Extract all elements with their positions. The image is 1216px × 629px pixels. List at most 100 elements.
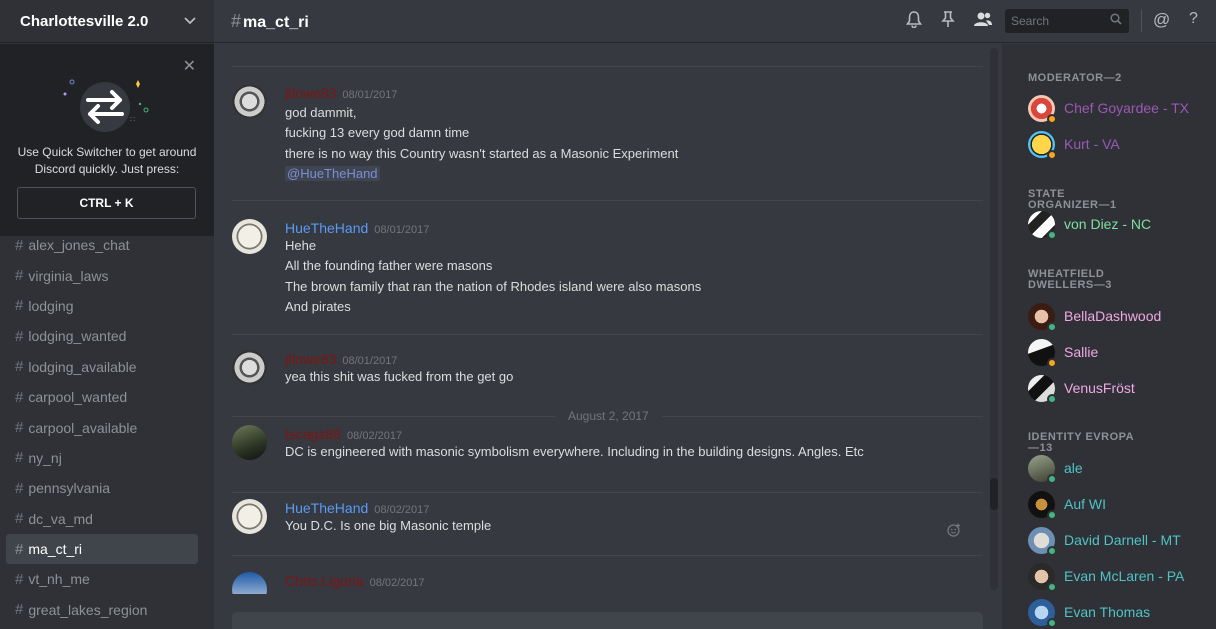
member-item[interactable]: David Darnell - MT — [1028, 527, 1208, 557]
avatar[interactable] — [232, 572, 267, 594]
message-author[interactable]: tscags88 — [285, 426, 341, 442]
message-timestamp: 08/02/2017 — [374, 504, 430, 516]
member-item[interactable]: Sallie — [1028, 339, 1208, 369]
guild-name: Charlottesville 2.0 — [20, 12, 149, 30]
hash-icon: # — [15, 267, 24, 285]
avatar[interactable] — [232, 219, 267, 254]
member-name: Chef Goyardee - TX — [1064, 100, 1190, 116]
switch-arrows-icon: ∷ — [60, 72, 154, 142]
hash-icon: # — [15, 449, 24, 467]
channel-item[interactable]: # carpool_wanted — [6, 382, 198, 412]
message-author[interactable]: Chris Liguria — [285, 573, 364, 589]
message-author[interactable]: jtlowe83 — [285, 85, 336, 101]
channel-item[interactable]: # carpool_available — [6, 412, 198, 442]
message-input[interactable] — [232, 612, 983, 629]
message-header: tscags88 08/02/2017 — [285, 426, 402, 442]
channel-item[interactable]: # lodging_wanted — [6, 321, 198, 351]
add-reaction-icon[interactable] — [947, 523, 961, 542]
member-item[interactable]: von Diez - NC — [1028, 211, 1208, 241]
hash-icon: # — [15, 570, 24, 588]
avatar[interactable] — [232, 350, 267, 385]
status-indicator — [1047, 114, 1057, 124]
message-line: You D.C. Is one big Masonic temple — [285, 518, 492, 533]
close-icon[interactable]: ✕ — [183, 56, 196, 76]
channel-item[interactable]: # lodging — [6, 291, 198, 321]
mention-line: @HueTheHand — [285, 165, 380, 181]
hash-icon: # — [15, 540, 24, 558]
channel-item[interactable]: # virginia_laws — [6, 260, 198, 290]
message-list: August 2, 2017 jtlowe83 08/01/2017 god dam… — [214, 44, 1000, 594]
avatar[interactable] — [232, 84, 267, 119]
user-mention[interactable]: @HueTheHand — [285, 165, 380, 181]
channel-name: virginia_laws — [28, 267, 109, 284]
avatar[interactable] — [232, 425, 267, 460]
member-name: VenusFröst — [1064, 380, 1135, 396]
hash-icon: # — [15, 358, 24, 376]
member-name: Evan McLaren - PA — [1064, 568, 1185, 584]
channel-name: lodging_wanted — [28, 328, 127, 345]
member-item[interactable]: Evan McLaren - PA — [1028, 563, 1208, 593]
message-author[interactable]: jtlowe83 — [285, 351, 336, 367]
search-icon[interactable] — [1110, 13, 1122, 28]
message-header: Chris Liguria 08/02/2017 — [285, 573, 425, 589]
message-line: Hehe — [285, 238, 317, 253]
member-item[interactable]: Chef Goyardee - TX — [1028, 95, 1208, 125]
hash-icon: # — [15, 479, 24, 497]
channel-item[interactable]: # ny_nj — [6, 443, 198, 473]
clipped-message-line — [285, 44, 289, 47]
members-icon[interactable] — [973, 11, 993, 32]
member-name: David Darnell - MT — [1064, 532, 1181, 548]
channel-item[interactable]: # alex_jones_chat — [6, 230, 198, 260]
member-item[interactable]: Auf WI — [1028, 491, 1208, 521]
channel-name: vt_nh_me — [28, 571, 90, 588]
member-group-header: WHEATFIELD DWELLERS—3 — [1028, 268, 1112, 291]
member-name: Auf WI — [1064, 496, 1107, 512]
message-timestamp: 08/01/2017 — [342, 355, 398, 367]
pin-icon[interactable] — [941, 11, 955, 33]
avatar[interactable] — [232, 499, 267, 534]
member-name: Evan Thomas — [1064, 604, 1151, 620]
channel-item[interactable]: # dc_va_md — [6, 504, 198, 534]
hash-icon: # — [15, 388, 24, 406]
scrollbar-thumb[interactable] — [990, 478, 998, 510]
message-author[interactable]: HueTheHand — [285, 500, 368, 516]
message-timestamp: 08/01/2017 — [374, 224, 430, 236]
member-item[interactable]: VenusFröst — [1028, 375, 1208, 405]
status-indicator — [1047, 582, 1057, 592]
scrollbar[interactable] — [990, 48, 998, 590]
member-item[interactable]: BellaDashwood — [1028, 303, 1208, 333]
channel-name: lodging — [28, 297, 74, 314]
channel-item[interactable]: # great_lakes_region — [6, 595, 198, 625]
hash-icon: # — [15, 419, 24, 437]
channel-name: pennsylvania — [28, 480, 111, 497]
member-item[interactable]: ale — [1028, 455, 1208, 485]
shortcut-button[interactable]: CTRL + K — [17, 187, 196, 219]
member-name: Sallie — [1064, 344, 1099, 360]
message-author[interactable]: HueTheHand — [285, 220, 368, 236]
channel-sidebar: Charlottesville 2.0 ✕ ∷ Use Quick Switch… — [0, 0, 214, 629]
help-icon[interactable]: ? — [1189, 10, 1198, 28]
mention-icon[interactable]: @ — [1153, 10, 1170, 30]
guild-header[interactable]: Charlottesville 2.0 — [0, 0, 214, 43]
message-line: All the founding father were masons — [285, 258, 493, 274]
message-line: there is no way this Country wasn't star… — [285, 145, 679, 161]
channel-item[interactable]: # pennsylvania — [6, 473, 198, 503]
chevron-down-icon[interactable] — [184, 14, 196, 28]
status-indicator — [1047, 150, 1057, 160]
channel-item[interactable]: # lodging_available — [6, 352, 198, 382]
message-line: fucking 13 every god damn time — [285, 125, 470, 141]
hash-icon: # — [15, 297, 24, 315]
member-item[interactable]: Kurt - VA — [1028, 131, 1208, 161]
divider-line-right — [662, 416, 983, 417]
status-indicator — [1047, 230, 1057, 240]
channel-item[interactable]: # ma_ct_ri — [6, 533, 198, 565]
message-separator — [232, 200, 983, 201]
search-input[interactable]: Search — [1005, 9, 1129, 33]
message-line: DC is engineered with masonic symbolism … — [285, 444, 864, 459]
status-indicator — [1047, 358, 1057, 368]
channel-item[interactable]: # vt_nh_me — [6, 564, 198, 594]
channel-name: alex_jones_chat — [28, 237, 130, 254]
channel-name: ny_nj — [28, 449, 62, 466]
member-item[interactable]: Evan Thomas — [1028, 599, 1208, 629]
bell-icon[interactable] — [906, 11, 922, 33]
